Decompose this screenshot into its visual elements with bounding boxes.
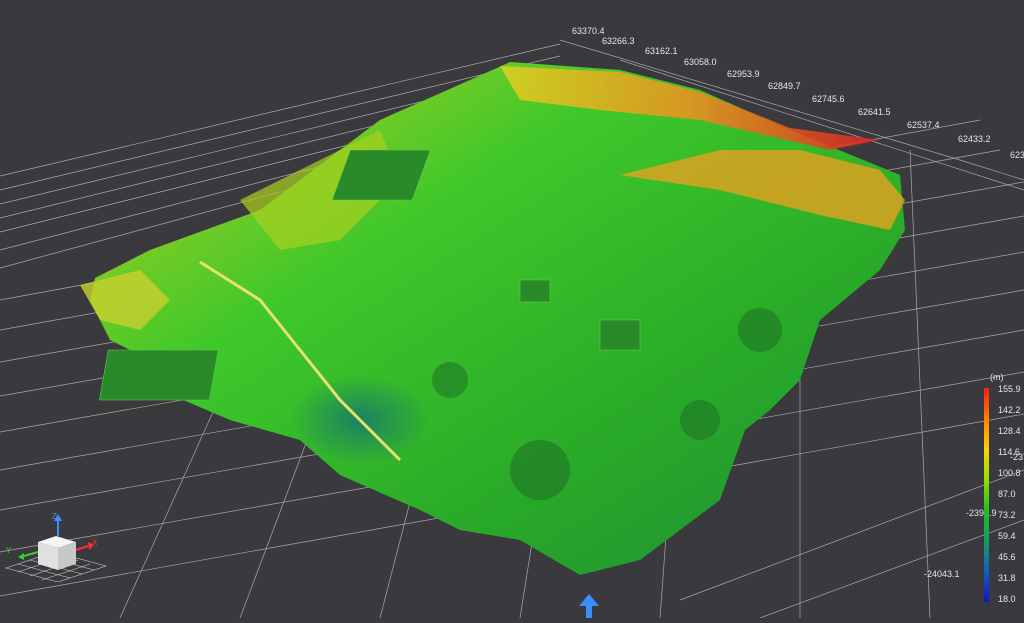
axis-label: 62537.4 bbox=[907, 120, 940, 130]
legend-tick: 18.0 bbox=[998, 594, 1016, 604]
point-cloud-scene[interactable] bbox=[0, 0, 1024, 619]
gizmo-x-label: X bbox=[92, 538, 98, 547]
y-axis-arrow-icon bbox=[18, 553, 24, 560]
legend-tick: 59.4 bbox=[998, 531, 1016, 541]
legend-tick: 114.6 bbox=[998, 447, 1020, 457]
axis-label: 63266.3 bbox=[602, 36, 635, 46]
legend-tick: 142.2 bbox=[998, 405, 1021, 415]
gizmo-z-label: Z bbox=[52, 512, 57, 521]
axis-label: 62641.5 bbox=[858, 107, 891, 117]
axis-label: 63370.4 bbox=[572, 26, 605, 36]
axis-label: 62745.6 bbox=[812, 94, 845, 104]
legend-tick: 87.0 bbox=[998, 489, 1016, 499]
axis-label: 62433.2 bbox=[958, 134, 991, 144]
x-axis-line bbox=[75, 545, 89, 551]
orientation-gizmo[interactable]: Z X Y bbox=[4, 512, 108, 583]
legend-tick: 73.2 bbox=[998, 510, 1016, 520]
3d-viewport[interactable]: 63370.4 63266.3 63162.1 63058.0 62953.9 … bbox=[0, 0, 1024, 619]
gizmo-y-label: Y bbox=[6, 546, 12, 555]
legend-tick: 128.4 bbox=[998, 426, 1021, 436]
up-arrow-icon[interactable] bbox=[577, 592, 601, 618]
legend-tick: 31.8 bbox=[998, 573, 1016, 583]
axis-label: 62849.7 bbox=[768, 81, 801, 91]
legend-tick: 45.6 bbox=[998, 552, 1016, 562]
axis-label: 63058.0 bbox=[684, 57, 717, 67]
elevation-legend: (m) 155.9 142.2 128.4 114.6 100.8 87.0 7… bbox=[980, 372, 1024, 612]
axis-label: 63162.1 bbox=[645, 46, 678, 56]
legend-tick: 100.8 bbox=[998, 468, 1021, 478]
axis-label: 623 bbox=[1010, 150, 1024, 160]
axis-label: -24043.1 bbox=[924, 569, 960, 579]
terrain-point-cloud bbox=[80, 62, 905, 575]
legend-tick: 155.9 bbox=[998, 384, 1021, 394]
legend-color-bar bbox=[984, 388, 989, 602]
legend-unit: (m) bbox=[990, 372, 1004, 382]
y-axis-line bbox=[23, 551, 39, 557]
axis-label: 62953.9 bbox=[727, 69, 760, 79]
